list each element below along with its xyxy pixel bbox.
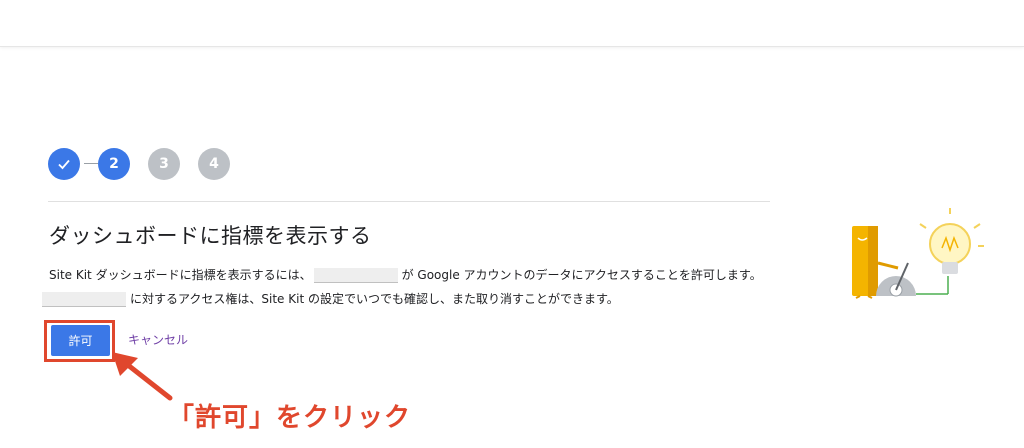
page-title: ダッシュボードに指標を表示する (49, 224, 372, 248)
check-icon (58, 159, 70, 170)
step-1-complete (48, 148, 80, 180)
desc-line-1: Site Kit ダッシュボードに指標を表示するには、 が Google アカウン… (49, 268, 762, 283)
redacted-site-name (313, 268, 398, 283)
cancel-link[interactable]: キャンセル (128, 331, 188, 348)
desc-text-2: が Google アカウントのデータにアクセスすることを許可します。 (401, 268, 762, 282)
description: Site Kit ダッシュボードに指標を表示するには、 が Google アカウン… (42, 263, 809, 311)
desc-text-1: Site Kit ダッシュボードに指標を表示するには、 (49, 268, 312, 282)
step-4: 4 (198, 148, 230, 180)
step-3: 3 (148, 148, 180, 180)
desc-text-3: に対するアクセス権は、Site Kit の設定でいつでも確認し、また取り消すこと… (130, 292, 619, 306)
divider (48, 201, 770, 202)
setup-stepper: 2 3 4 (48, 148, 288, 180)
step-2-active: 2 (98, 148, 130, 180)
top-bar (0, 0, 1024, 47)
step-connector (84, 163, 98, 164)
annotation-arrow-icon (112, 352, 173, 401)
annotation-text: 「許可」をクリック (168, 403, 412, 433)
redacted-site-name (42, 292, 126, 307)
allow-button[interactable]: 許可 (51, 325, 110, 356)
site-kit-lightbulb-illustration (852, 208, 984, 299)
